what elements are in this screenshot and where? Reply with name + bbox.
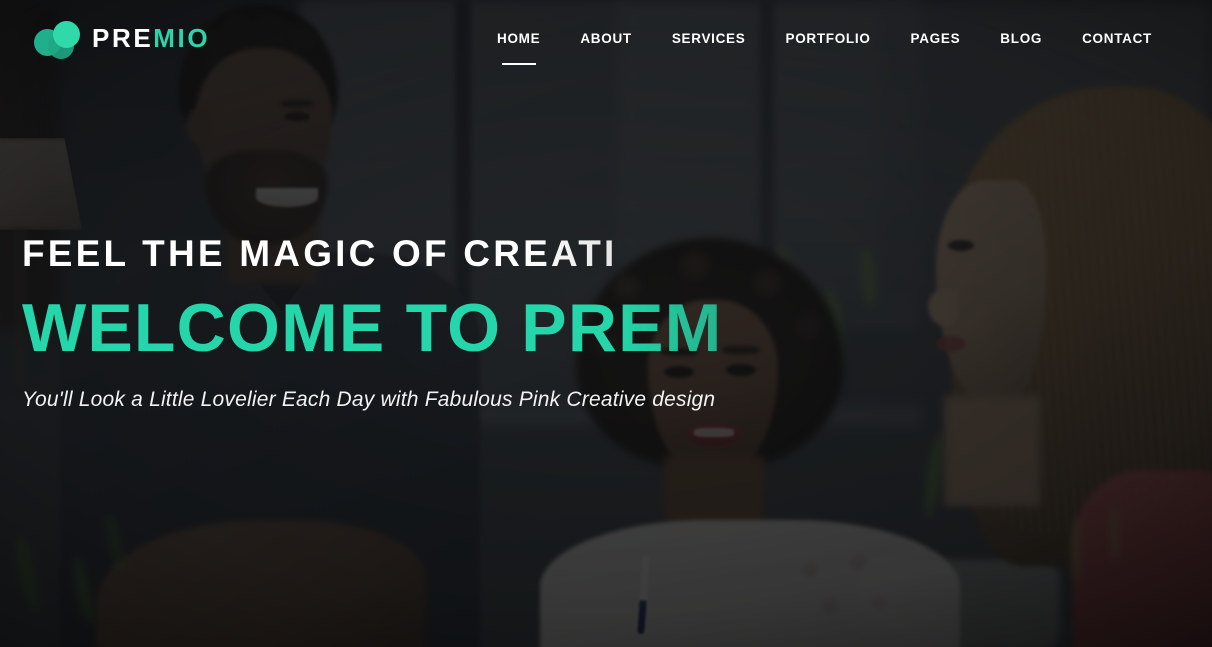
overlapping-circles-icon (34, 17, 80, 59)
page-root: PREMIO HOME ABOUT SERVICES PORTFOLIO PAG… (0, 0, 1212, 647)
nav-item-contact[interactable]: CONTACT (1062, 13, 1172, 63)
active-indicator (501, 63, 536, 65)
site-header: PREMIO HOME ABOUT SERVICES PORTFOLIO PAG… (0, 0, 1212, 76)
nav-item-about[interactable]: ABOUT (560, 13, 652, 63)
nav-label: PAGES (910, 30, 961, 46)
nav-item-portfolio[interactable]: PORTFOLIO (765, 13, 890, 63)
nav-label: ABOUT (580, 30, 632, 46)
nav-label: HOME (497, 30, 541, 46)
nav-label: CONTACT (1082, 30, 1152, 46)
hero-heading-small: FEEL THE MAGIC OF CREATI (22, 234, 1212, 274)
hero-subtitle: You'll Look a Little Lovelier Each Day w… (22, 387, 716, 411)
nav-item-home[interactable]: HOME (477, 13, 560, 65)
brand-name-accent: MIO (153, 23, 211, 53)
main-navigation: HOME ABOUT SERVICES PORTFOLIO PAGES BLOG (477, 13, 1172, 65)
nav-label: BLOG (1000, 30, 1043, 46)
nav-item-pages[interactable]: PAGES (891, 13, 981, 63)
nav-label: PORTFOLIO (785, 30, 871, 46)
brand-logo[interactable]: PREMIO (34, 17, 210, 59)
nav-item-blog[interactable]: BLOG (980, 13, 1062, 63)
nav-label: SERVICES (671, 30, 746, 46)
hero-heading-large: WELCOME TO PREM (22, 294, 1212, 362)
brand-name-primary: PRE (92, 23, 154, 53)
nav-item-services[interactable]: SERVICES (652, 13, 766, 63)
brand-name: PREMIO (92, 25, 210, 51)
